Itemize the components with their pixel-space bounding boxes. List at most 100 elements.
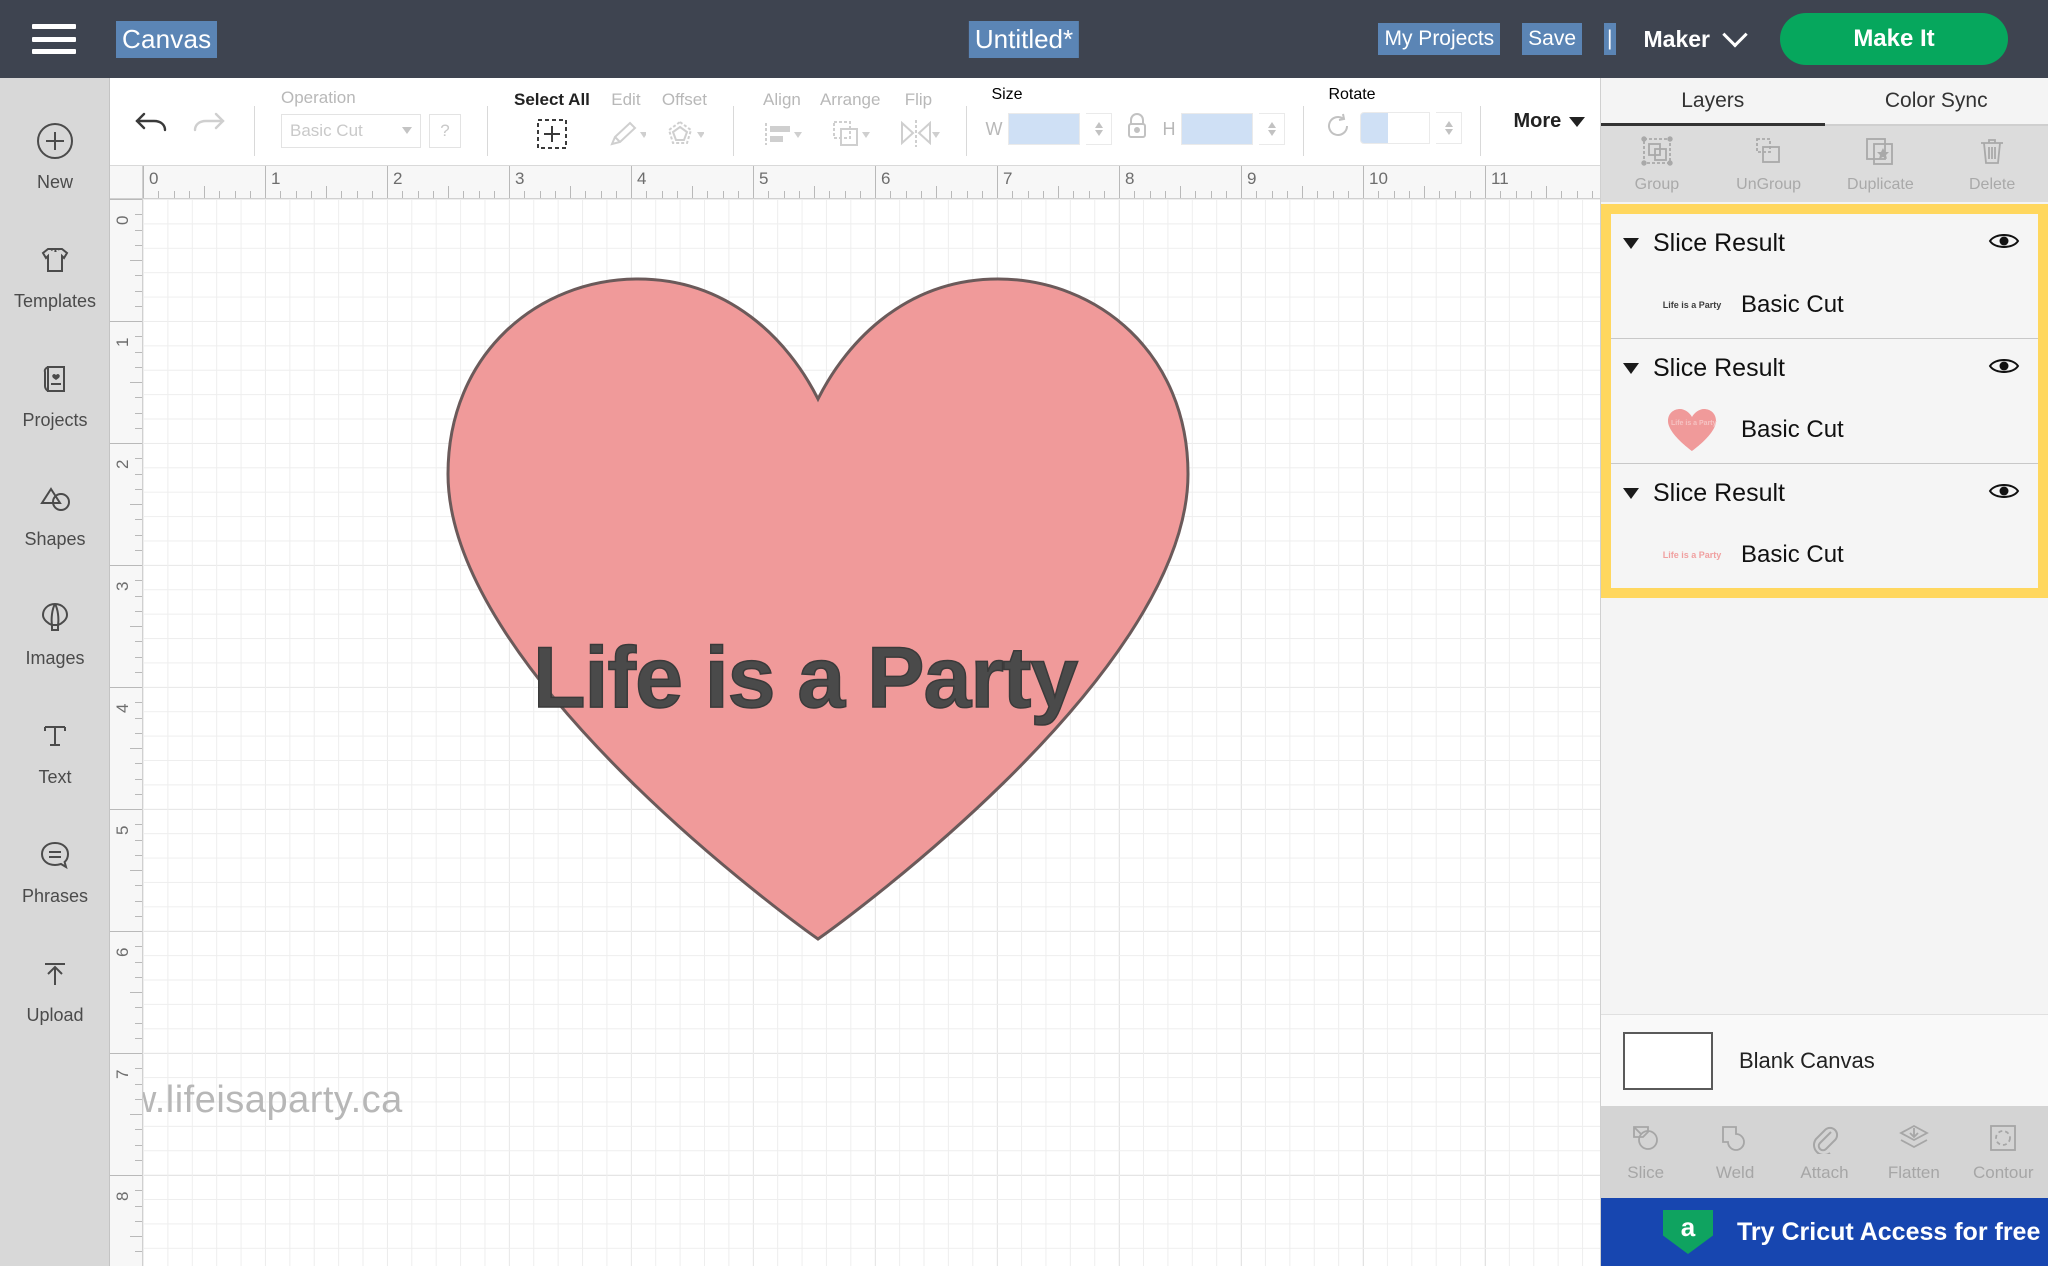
ruler-minor-tick bbox=[585, 191, 586, 198]
layer-child-row[interactable]: Life is a Party Basic Cut bbox=[1611, 272, 2038, 338]
flip-button[interactable]: Flip bbox=[888, 88, 948, 156]
ruler-minor-tick bbox=[135, 794, 142, 795]
ungroup-button[interactable]: UnGroup bbox=[1719, 135, 1819, 194]
sidebar-item-text[interactable]: Text bbox=[0, 691, 110, 810]
arrange-button[interactable]: Arrange bbox=[812, 88, 888, 156]
weld-button[interactable]: Weld bbox=[1693, 1122, 1777, 1183]
ruler-number: 6 bbox=[113, 948, 133, 957]
top-bar: Canvas Untitled* My Projects Save | Make… bbox=[0, 0, 2048, 78]
ruler-minor-tick bbox=[768, 191, 769, 198]
offset-icon bbox=[664, 112, 704, 156]
attach-label: Attach bbox=[1800, 1163, 1848, 1183]
ruler-minor-tick bbox=[1256, 191, 1257, 198]
ruler-minor-tick bbox=[1577, 191, 1578, 198]
layer-child-row[interactable]: Life is a Party Basic Cut bbox=[1611, 522, 2038, 588]
layer-group-header[interactable]: Slice Result bbox=[1611, 214, 2038, 272]
save-button[interactable]: Save bbox=[1522, 23, 1582, 55]
sidebar-item-upload[interactable]: Upload bbox=[0, 929, 110, 1048]
select-all-button[interactable]: Select All bbox=[506, 88, 598, 156]
document-title[interactable]: Untitled* bbox=[969, 21, 1079, 58]
layer-group[interactable]: Slice Result Life is a Party Basic Cut bbox=[1611, 464, 2038, 588]
sidebar-item-phrases[interactable]: Phrases bbox=[0, 810, 110, 929]
ruler-major-tick bbox=[1241, 166, 1242, 198]
ruler-minor-tick bbox=[130, 748, 142, 749]
ruler-minor-tick bbox=[135, 1160, 142, 1161]
sidebar-label-new: New bbox=[37, 172, 73, 193]
width-stepper[interactable] bbox=[1086, 113, 1112, 145]
contour-button[interactable]: Contour bbox=[1961, 1122, 2045, 1183]
sidebar-item-images[interactable]: Images bbox=[0, 572, 110, 691]
ruler-minor-tick bbox=[1439, 191, 1440, 198]
redo-button[interactable] bbox=[180, 94, 236, 150]
lock-icon[interactable] bbox=[1124, 110, 1150, 149]
ruler-minor-tick bbox=[936, 186, 937, 198]
ruler-number: 3 bbox=[113, 582, 133, 591]
layer-group-header[interactable]: Slice Result bbox=[1611, 339, 2038, 397]
cricut-access-banner[interactable]: a Try Cricut Access for free bbox=[1601, 1198, 2048, 1266]
make-it-button[interactable]: Make It bbox=[1780, 13, 2008, 65]
collapse-triangle-icon[interactable] bbox=[1623, 363, 1639, 374]
delete-button[interactable]: Delete bbox=[1942, 135, 2042, 194]
rotate-stepper[interactable] bbox=[1436, 112, 1462, 144]
operation-group: Operation Basic Cut ? bbox=[273, 78, 469, 166]
ruler-minor-tick bbox=[130, 626, 142, 627]
ruler-minor-tick bbox=[135, 885, 142, 886]
more-label: More bbox=[1513, 110, 1561, 133]
tab-color-sync[interactable]: Color Sync bbox=[1825, 78, 2048, 126]
ruler-minor-tick bbox=[130, 260, 142, 261]
heart-shape[interactable] bbox=[418, 259, 1218, 959]
tab-layers[interactable]: Layers bbox=[1601, 78, 1825, 126]
sidebar-item-new[interactable]: New bbox=[0, 96, 110, 215]
operation-dropdown[interactable]: Basic Cut bbox=[281, 114, 421, 148]
canvas-grid[interactable]: Life is a Party www.lifeisaparty.ca − 10… bbox=[143, 199, 1600, 1266]
canvas-shape-text[interactable]: Life is a Party bbox=[533, 629, 1077, 728]
operation-control[interactable]: Operation Basic Cut ? bbox=[273, 86, 469, 148]
width-input[interactable] bbox=[1008, 113, 1080, 145]
blank-canvas-row[interactable]: Blank Canvas bbox=[1601, 1014, 2048, 1106]
collapse-triangle-icon[interactable] bbox=[1623, 238, 1639, 249]
flatten-button[interactable]: Flatten bbox=[1872, 1122, 1956, 1183]
ruler-minor-tick bbox=[1394, 191, 1395, 198]
sidebar-label-images: Images bbox=[25, 648, 84, 669]
sidebar-item-shapes[interactable]: Shapes bbox=[0, 453, 110, 572]
layer-child-label: Basic Cut bbox=[1741, 541, 1844, 569]
eye-icon[interactable] bbox=[1988, 230, 2020, 257]
height-input[interactable] bbox=[1181, 113, 1253, 145]
undo-button[interactable] bbox=[124, 94, 180, 150]
attach-button[interactable]: Attach bbox=[1782, 1122, 1866, 1183]
machine-selector[interactable]: Maker bbox=[1644, 26, 1744, 53]
sidebar-label-templates: Templates bbox=[14, 291, 96, 312]
collapse-triangle-icon[interactable] bbox=[1623, 488, 1639, 499]
group-button[interactable]: Group bbox=[1607, 135, 1707, 194]
layer-thumb-text: Life is a Party bbox=[1663, 300, 1722, 310]
more-button[interactable]: More bbox=[1513, 110, 1585, 133]
eye-icon[interactable] bbox=[1988, 480, 2020, 507]
contour-label: Contour bbox=[1973, 1163, 2033, 1183]
layer-group-header[interactable]: Slice Result bbox=[1611, 464, 2038, 522]
design-canvas[interactable]: Life is a Party www.lifeisaparty.ca − 10… bbox=[110, 166, 1600, 1266]
sidebar-item-templates[interactable]: Templates bbox=[0, 215, 110, 334]
align-button[interactable]: Align bbox=[752, 88, 812, 156]
duplicate-button[interactable]: Duplicate bbox=[1830, 135, 1930, 194]
layer-group[interactable]: Slice Result Life is a Party Basic Cut bbox=[1611, 339, 2038, 464]
blank-canvas-swatch[interactable] bbox=[1623, 1032, 1713, 1090]
layer-thumb-text: Life is a Party bbox=[1671, 420, 1717, 427]
hamburger-menu-icon[interactable] bbox=[32, 24, 76, 54]
eye-icon[interactable] bbox=[1988, 355, 2020, 382]
ruler-minor-tick bbox=[890, 191, 891, 198]
my-projects-button[interactable]: My Projects bbox=[1378, 23, 1500, 55]
offset-button[interactable]: Offset bbox=[654, 88, 715, 156]
rotate-input[interactable] bbox=[1360, 112, 1430, 144]
height-stepper[interactable] bbox=[1259, 113, 1285, 145]
rotate-icon[interactable] bbox=[1322, 110, 1354, 147]
ruler-minor-tick bbox=[982, 191, 983, 198]
ruler-minor-tick bbox=[135, 291, 142, 292]
operation-help-button[interactable]: ? bbox=[429, 114, 461, 148]
sidebar-item-projects[interactable]: Projects bbox=[0, 334, 110, 453]
align-icon bbox=[760, 112, 804, 156]
sidebar-label-shapes: Shapes bbox=[24, 529, 85, 550]
edit-button[interactable]: Edit bbox=[598, 88, 654, 156]
slice-button[interactable]: Slice bbox=[1604, 1122, 1688, 1183]
layer-group[interactable]: Slice Result Life is a Party Basic Cut bbox=[1611, 214, 2038, 339]
layer-child-row[interactable]: Life is a Party Basic Cut bbox=[1611, 397, 2038, 463]
